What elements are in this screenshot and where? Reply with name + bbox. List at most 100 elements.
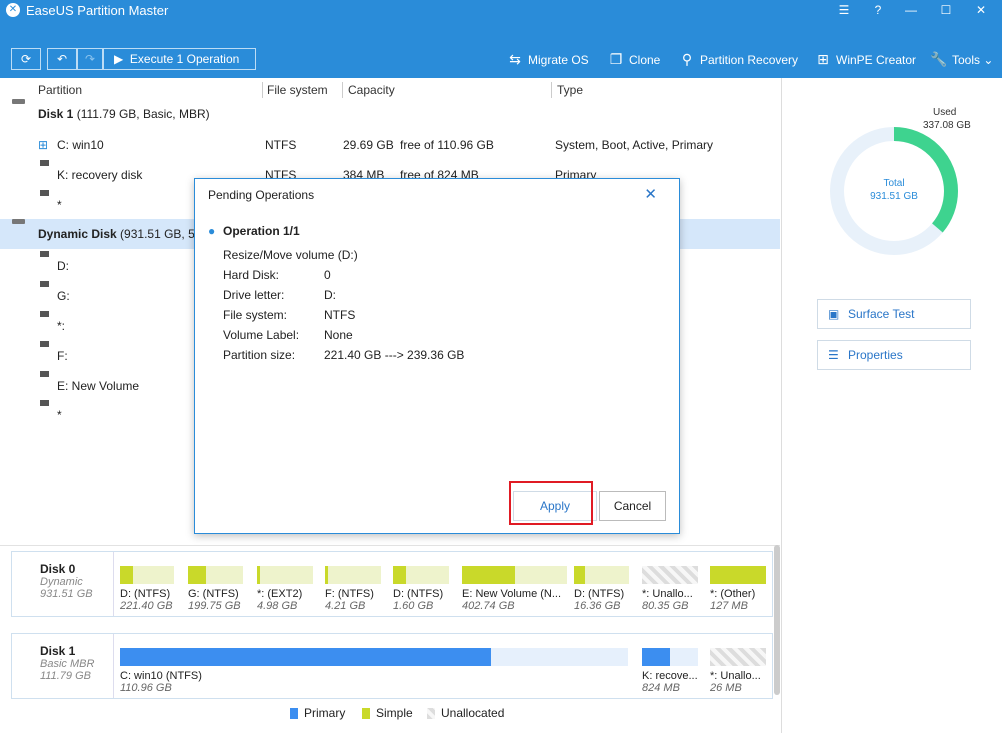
partition-segment[interactable]: *: Unallo... 26 MB xyxy=(710,648,766,706)
refresh-button[interactable]: ⟳ xyxy=(11,48,41,70)
app-logo-icon: ✕ xyxy=(6,3,20,17)
tools-icon: 🔧 xyxy=(930,51,948,67)
segment-used-fill xyxy=(574,566,585,584)
partition-row-c[interactable]: ⊞ C: win10 NTFS 29.69 GB free of 110.96 … xyxy=(0,130,780,160)
field-label: Drive letter: xyxy=(223,288,285,302)
disk0-info: Disk 0 Dynamic 931.51 GB xyxy=(12,552,114,616)
operation-summary: Resize/Move volume (D:) xyxy=(223,248,358,262)
clone-button[interactable]: ❐ Clone xyxy=(607,50,661,70)
partition-segment[interactable]: F: (NTFS) 4.21 GB xyxy=(325,566,381,624)
segment-size: 4.21 GB xyxy=(325,600,366,612)
legend-primary: Primary xyxy=(290,706,345,720)
segment-used-fill xyxy=(325,566,328,584)
segment-label: *: Unallo... xyxy=(710,670,761,682)
help-icon[interactable]: ? xyxy=(868,2,888,18)
disk1-card[interactable]: Disk 1 Basic MBR 111.79 GB C: win10 (NTF… xyxy=(11,633,773,699)
field-value: NTFS xyxy=(324,308,356,322)
partition-segment[interactable]: D: (NTFS) 16.36 GB xyxy=(574,566,629,624)
partition-segment[interactable]: *: (Other) 127 MB xyxy=(710,566,766,624)
used-label: Used xyxy=(933,107,956,118)
segment-label: G: (NTFS) xyxy=(188,588,239,600)
partition-icon xyxy=(40,251,49,257)
segment-used-fill xyxy=(120,566,133,584)
field-label: File system: xyxy=(223,308,288,322)
simple-swatch xyxy=(362,708,370,720)
segment-used-fill xyxy=(257,566,260,584)
segment-size: 110.96 GB xyxy=(120,682,172,694)
app-title: EaseUS Partition Master xyxy=(26,3,169,18)
partition-segment[interactable]: D: (NTFS) 221.40 GB xyxy=(120,566,174,624)
undo-button[interactable]: ↶ xyxy=(47,48,77,70)
operation-bullet-icon: ● xyxy=(208,224,216,238)
partition-segment[interactable]: D: (NTFS) 1.60 GB xyxy=(393,566,449,624)
segment-label: D: (NTFS) xyxy=(574,588,625,600)
segment-size: 1.60 GB xyxy=(393,600,434,612)
field-label: Hard Disk: xyxy=(223,268,280,282)
segment-size: 221.40 GB xyxy=(120,600,173,612)
segment-size: 4.98 GB xyxy=(257,600,298,612)
segment-bar xyxy=(120,648,628,666)
clone-icon: ❐ xyxy=(609,51,623,67)
segment-size: 824 MB xyxy=(642,682,680,694)
partition-segment[interactable]: *: Unallo... 80.35 GB xyxy=(642,566,698,624)
partition-icon xyxy=(40,371,49,377)
field-value: 221.40 GB ---> 239.36 GB xyxy=(324,348,465,362)
segment-used-fill xyxy=(710,566,766,584)
properties-icon: ☰ xyxy=(828,348,839,362)
migrate-os-button[interactable]: ⇆ Migrate OS xyxy=(506,50,589,70)
legend-unallocated: Unallocated xyxy=(427,706,504,720)
column-divider xyxy=(551,82,552,98)
maximize-button[interactable]: ☐ xyxy=(936,2,956,18)
play-icon: ▶ xyxy=(114,52,124,66)
segment-label: E: New Volume (N... xyxy=(462,588,562,600)
partition-segment[interactable]: C: win10 (NTFS) 110.96 GB xyxy=(120,648,628,706)
partition-segment[interactable]: K: recove... 824 MB xyxy=(642,648,698,706)
dialog-close-icon[interactable]: ✕ xyxy=(644,185,657,203)
partition-recovery-button[interactable]: ⚲ Partition Recovery xyxy=(678,50,798,70)
segment-bar xyxy=(120,566,174,584)
dialog-title: Pending Operations xyxy=(208,188,315,202)
chevron-down-icon: ⌄ xyxy=(983,53,994,67)
segment-bar xyxy=(325,566,381,584)
usage-donut-chart: Used 337.08 GB Total 931.51 GB xyxy=(830,107,971,255)
segment-label: C: win10 (NTFS) xyxy=(120,670,202,682)
execute-label: Execute 1 Operation xyxy=(129,52,240,66)
redo-button[interactable]: ↷ xyxy=(77,48,103,70)
partition-segment[interactable]: *: (EXT2) 4.98 GB xyxy=(257,566,313,624)
partition-icon xyxy=(40,341,49,347)
disk0-card[interactable]: Disk 0 Dynamic 931.51 GB D: (NTFS) 221.40… xyxy=(11,551,773,617)
segment-used-fill xyxy=(120,648,491,666)
cancel-button[interactable]: Cancel xyxy=(599,491,666,521)
segment-bar xyxy=(574,566,629,584)
tools-menu-button[interactable]: 🔧 Tools ⌄ xyxy=(930,50,993,70)
segment-size: 402.74 GB xyxy=(462,600,515,612)
title-bar: ✕ EaseUS Partition Master ☰ ? — ☐ ✕ xyxy=(0,0,1002,40)
execute-operation-button[interactable]: ▶ Execute 1 Operation xyxy=(103,48,256,70)
surface-test-button[interactable]: ▣ Surface Test xyxy=(817,299,971,329)
segment-bar xyxy=(710,566,766,584)
properties-button[interactable]: ☰ Properties xyxy=(817,340,971,370)
segment-bar xyxy=(188,566,243,584)
partition-segment[interactable]: E: New Volume (N... 402.74 GB xyxy=(462,566,567,624)
partition-icon xyxy=(40,400,49,406)
segment-bar xyxy=(393,566,449,584)
disk1-info: Disk 1 Basic MBR 111.79 GB xyxy=(12,634,114,698)
menu-icon[interactable]: ☰ xyxy=(834,2,854,18)
scrollbar[interactable] xyxy=(774,545,780,695)
disk-row-disk1[interactable]: Disk 1 (111.79 GB, Basic, MBR) xyxy=(0,99,780,129)
unallocated-swatch xyxy=(427,708,435,720)
total-label: Total xyxy=(883,178,904,189)
field-value: D: xyxy=(324,288,336,302)
column-divider xyxy=(262,82,263,98)
minimize-button[interactable]: — xyxy=(901,2,921,18)
field-value: 0 xyxy=(324,268,331,282)
segment-bar xyxy=(642,648,698,666)
total-value: 931.51 GB xyxy=(870,191,918,202)
winpe-creator-button[interactable]: ⊞ WinPE Creator xyxy=(814,50,916,70)
migrate-icon: ⇆ xyxy=(509,51,521,67)
partition-segment[interactable]: G: (NTFS) 199.75 GB xyxy=(188,566,243,624)
close-button[interactable]: ✕ xyxy=(971,2,991,18)
segment-size: 26 MB xyxy=(710,682,742,694)
segment-label: *: (Other) xyxy=(710,588,756,600)
segment-used-fill xyxy=(642,648,670,666)
